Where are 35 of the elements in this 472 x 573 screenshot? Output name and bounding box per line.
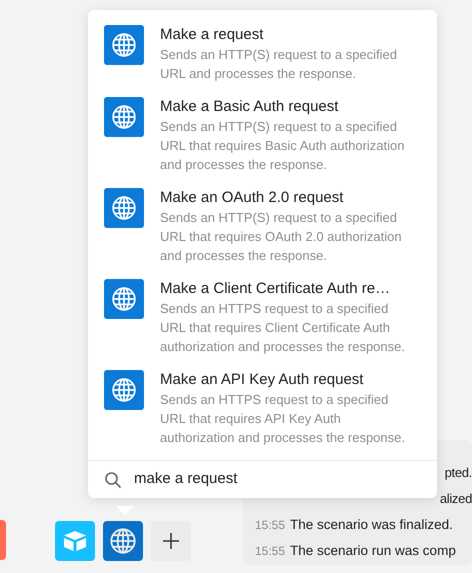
result-item[interactable]: Make a Client Certificate Auth re… Sends an HTTPS request to a specified URL that requires Client Certificate Auth authorization and processes the response. [88, 272, 437, 363]
result-title: Make an OAuth 2.0 request [160, 188, 344, 208]
add-button[interactable] [151, 521, 191, 561]
globe-icon [111, 195, 137, 221]
result-title: Make a request [160, 25, 264, 45]
search-icon [104, 470, 122, 488]
result-item[interactable]: Make a request Sends an HTTP(S) request to a specified URL and processes the response. [88, 18, 437, 90]
result-title: Make a Client Certificate Auth re… [160, 279, 392, 299]
result-description: Sends an HTTPS request to a specified URL that requires API Key Auth authorization and processes the response. [160, 391, 406, 447]
plus-icon [162, 532, 180, 550]
result-description: Sends an HTTP(S) request to a specified URL that requires Basic Auth authorization and processes the response. [160, 118, 406, 174]
result-title: Make a Basic Auth request [160, 97, 340, 117]
result-description: Sends an HTTP(S) request to a specified URL and processes the response. [160, 46, 398, 83]
log-message: alized [440, 490, 472, 508]
result-title: Make an API Key Auth request [160, 370, 364, 390]
globe-icon [111, 377, 137, 403]
log-time: 15:55 [255, 543, 286, 560]
result-description: Sends an HTTP(S) request to a specified URL that requires OAuth 2.0 authorization and processes the response. [160, 209, 403, 265]
result-item[interactable]: Make an OAuth 2.0 request Sends an HTTP(S) request to a specified URL that requires OAuth 2.0 authorization and processes the response. [88, 181, 437, 272]
log-message: pted. [444, 464, 472, 482]
result-item[interactable]: Make a Basic Auth request Sends an HTTP(S) request to a specified URL that requires Basic Auth authorization and processes the response. [88, 90, 437, 181]
log-message: The scenario run was comp [290, 542, 456, 560]
result-description: Sends an HTTPS request to a specified URL that requires Client Certificate Auth authorization and processes the response. [160, 300, 406, 356]
cube-icon [62, 529, 88, 553]
search-field[interactable]: make a request [134, 468, 394, 491]
module-tab[interactable] [0, 520, 6, 560]
log-message: The scenario was finalized. [290, 516, 453, 534]
globe-icon [111, 286, 137, 312]
http-app-button[interactable] [103, 521, 143, 561]
box-app-button[interactable] [55, 521, 95, 561]
globe-icon [109, 527, 137, 555]
result-item[interactable]: Make an API Key Auth request Sends an HTTPS request to a specified URL that requires API Key Auth authorization and processes the response. [88, 363, 437, 454]
globe-icon [111, 104, 137, 130]
log-time: 15:55 [255, 517, 286, 534]
globe-icon [111, 32, 137, 58]
